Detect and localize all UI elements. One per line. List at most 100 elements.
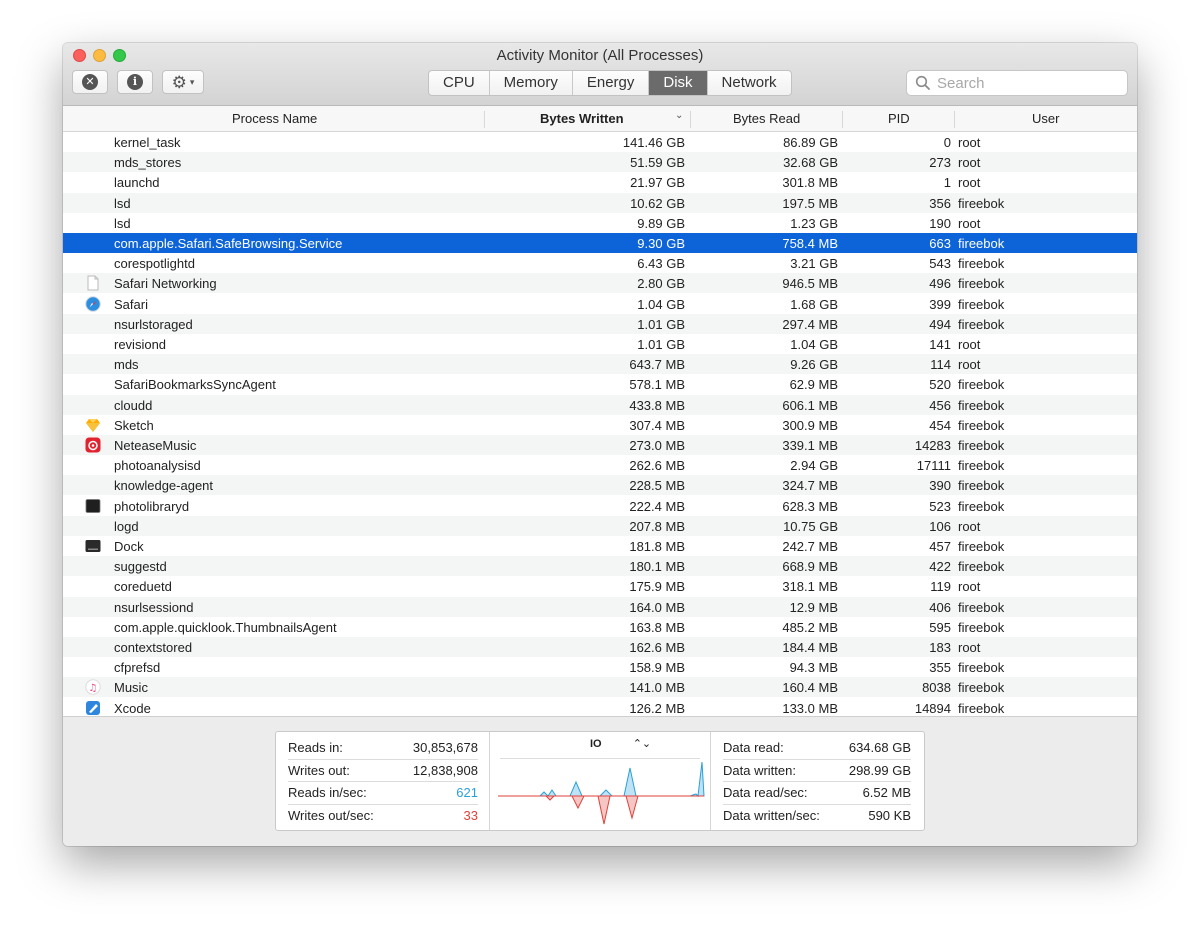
tab-memory[interactable]: Memory bbox=[490, 71, 573, 95]
process-name: mds_stores bbox=[114, 155, 182, 171]
process-row[interactable]: kernel_task 141.46 GB 86.89 GB 0 root bbox=[63, 132, 1137, 152]
search-input[interactable]: Search bbox=[937, 75, 985, 92]
process-row[interactable]: photoanalysisd 262.6 MB 2.94 GB 17111 fireeb… bbox=[63, 455, 1137, 475]
process-name: nsurlsessiond bbox=[114, 599, 194, 615]
process-row[interactable]: suggestd 180.1 MB 668.9 MB 422 fireebok bbox=[63, 556, 1137, 577]
bytes-read: 606.1 MB bbox=[782, 397, 838, 413]
user: fireebok bbox=[958, 619, 1005, 635]
pid: 355 bbox=[929, 660, 951, 676]
user: fireebok bbox=[958, 236, 1005, 251]
process-row[interactable]: Safari Networking 2.80 GB 946.5 MB 496 firee… bbox=[63, 273, 1137, 294]
process-row[interactable]: nsurlsessiond 164.0 MB 12.9 MB 406 fireebok bbox=[63, 596, 1137, 617]
process-row[interactable]: logd 207.8 MB 10.75 GB 106 root bbox=[63, 515, 1137, 536]
bytes-read: 32.68 GB bbox=[783, 155, 838, 171]
process-row[interactable]: com.apple.quicklook.ThumbnailsAgent 163.8… bbox=[63, 617, 1137, 637]
bytes-written: 21.97 GB bbox=[630, 175, 685, 191]
process-row[interactable]: knowledge-agent 228.5 MB 324.7 MB 390 fireeb… bbox=[63, 475, 1137, 496]
pid: 663 bbox=[929, 236, 951, 251]
bytes-written: 181.8 MB bbox=[629, 539, 685, 554]
process-row[interactable]: lsd 10.62 GB 197.5 MB 356 fireebok bbox=[63, 192, 1137, 213]
process-row[interactable]: SafariBookmarksSyncAgent 578.1 MB 62.9 MB 5… bbox=[63, 374, 1137, 394]
process-row[interactable]: coreduetd 175.9 MB 318.1 MB 119 root bbox=[63, 576, 1137, 596]
column-bytes-written[interactable]: Bytes Written bbox=[540, 111, 624, 126]
user: fireebok bbox=[958, 498, 1005, 514]
titlebar: Activity Monitor (All Processes) ✕ i ⚙ ▾… bbox=[63, 43, 1137, 106]
bytes-written: 163.8 MB bbox=[629, 619, 685, 635]
process-row[interactable]: com.apple.Safari.SafeBrowsing.Service 9.3… bbox=[63, 233, 1137, 253]
process-row[interactable]: nsurlstoraged 1.01 GB 297.4 MB 494 fireebok bbox=[63, 313, 1137, 334]
pid: 454 bbox=[929, 417, 951, 433]
process-name: cfprefsd bbox=[114, 660, 161, 676]
pid: 119 bbox=[930, 579, 951, 595]
pid: 595 bbox=[929, 619, 951, 635]
view-tabs: CPU Memory Energy Disk Network bbox=[428, 70, 792, 96]
process-row[interactable]: corespotlightd 6.43 GB 3.21 GB 543 fireebok bbox=[63, 253, 1137, 273]
column-process-name[interactable]: Process Name bbox=[232, 111, 317, 126]
process-row[interactable]: photolibraryd 222.4 MB 628.3 MB 523 fireebok bbox=[63, 496, 1137, 516]
process-row[interactable]: Sketch 307.4 MB 300.9 MB 454 fireebok bbox=[63, 415, 1137, 435]
inspect-process-button[interactable]: i bbox=[117, 70, 153, 94]
column-pid[interactable]: PID bbox=[888, 111, 910, 126]
process-name: Safari bbox=[114, 296, 148, 312]
process-row[interactable]: revisiond 1.01 GB 1.04 GB 141 root bbox=[63, 334, 1137, 354]
process-table[interactable]: kernel_task 141.46 GB 86.89 GB 0 root mds_sto… bbox=[63, 132, 1137, 716]
pid: 356 bbox=[929, 195, 951, 211]
process-row[interactable]: lsd 9.89 GB 1.23 GB 190 root bbox=[63, 213, 1137, 233]
column-bytes-read[interactable]: Bytes Read bbox=[733, 111, 800, 126]
bytes-read: 133.0 MB bbox=[782, 700, 838, 716]
pid: 390 bbox=[929, 478, 951, 494]
bytes-written: 180.1 MB bbox=[629, 559, 685, 575]
bytes-written: 262.6 MB bbox=[629, 458, 685, 474]
bytes-written: 222.4 MB bbox=[629, 498, 685, 514]
pid: 422 bbox=[929, 559, 951, 575]
stat-data-written-sec: Data written/sec: 590 KB bbox=[723, 808, 911, 823]
process-row[interactable]: mds 643.7 MB 9.26 GB 114 root bbox=[63, 354, 1137, 375]
action-menu-button[interactable]: ⚙ ▾ bbox=[162, 70, 204, 94]
process-row[interactable]: Xcode 126.2 MB 133.0 MB 14894 fireebok bbox=[63, 698, 1137, 716]
bytes-read: 318.1 MB bbox=[782, 579, 838, 595]
terminal-icon bbox=[85, 498, 101, 514]
music-icon: ♫ bbox=[85, 679, 101, 696]
stop-process-button[interactable]: ✕ bbox=[72, 70, 108, 94]
process-name: kernel_task bbox=[114, 135, 181, 150]
process-row[interactable]: mds_stores 51.59 GB 32.68 GB 273 root bbox=[63, 152, 1137, 173]
bytes-written: 51.59 GB bbox=[630, 155, 685, 171]
process-row[interactable]: Dock 181.8 MB 242.7 MB 457 fireebok bbox=[63, 536, 1137, 556]
search-field[interactable]: Search bbox=[906, 70, 1128, 96]
bytes-written: 9.30 GB bbox=[637, 236, 685, 251]
bytes-written: 141.46 GB bbox=[622, 135, 685, 150]
process-row[interactable]: NeteaseMusic 273.0 MB 339.1 MB 14283 fireebo… bbox=[63, 435, 1137, 455]
bytes-read: 339.1 MB bbox=[782, 438, 838, 453]
bytes-written: 126.2 MB bbox=[629, 700, 685, 716]
column-divider[interactable] bbox=[690, 111, 691, 128]
bytes-written: 158.9 MB bbox=[629, 660, 685, 676]
tab-disk[interactable]: Disk bbox=[649, 71, 708, 95]
process-row[interactable]: cfprefsd 158.9 MB 94.3 MB 355 fireebok bbox=[63, 657, 1137, 677]
pid: 543 bbox=[929, 256, 951, 272]
bytes-written: 162.6 MB bbox=[629, 640, 685, 655]
tab-energy[interactable]: Energy bbox=[573, 71, 650, 95]
user: root bbox=[958, 640, 981, 655]
process-row[interactable]: launchd 21.97 GB 301.8 MB 1 root bbox=[63, 172, 1137, 192]
process-row[interactable]: Safari 1.04 GB 1.68 GB 399 fireebok bbox=[63, 294, 1137, 314]
bytes-read: 301.8 MB bbox=[782, 175, 838, 191]
tab-cpu[interactable]: CPU bbox=[429, 71, 490, 95]
process-name: coreduetd bbox=[114, 579, 172, 595]
process-row[interactable]: cloudd 433.8 MB 606.1 MB 456 fireebok bbox=[63, 394, 1137, 415]
bytes-written: 228.5 MB bbox=[629, 478, 685, 494]
process-name: logd bbox=[114, 518, 139, 534]
bytes-read: 86.89 GB bbox=[783, 135, 838, 150]
column-user[interactable]: User bbox=[1032, 111, 1059, 126]
bytes-written: 10.62 GB bbox=[630, 195, 685, 211]
column-divider[interactable] bbox=[842, 111, 843, 128]
tab-network[interactable]: Network bbox=[708, 71, 791, 95]
bytes-written: 1.01 GB bbox=[637, 316, 685, 332]
user: root bbox=[958, 518, 981, 534]
process-row[interactable]: contextstored 162.6 MB 184.4 MB 183 root bbox=[63, 637, 1137, 657]
pid: 106 bbox=[929, 518, 951, 534]
xcode-icon bbox=[85, 700, 101, 716]
user: fireebok bbox=[958, 660, 1005, 676]
column-divider[interactable] bbox=[954, 111, 955, 128]
process-row[interactable]: ♫ Music 141.0 MB 160.4 MB 8038 fireebok bbox=[63, 677, 1137, 698]
column-divider[interactable] bbox=[484, 111, 485, 128]
